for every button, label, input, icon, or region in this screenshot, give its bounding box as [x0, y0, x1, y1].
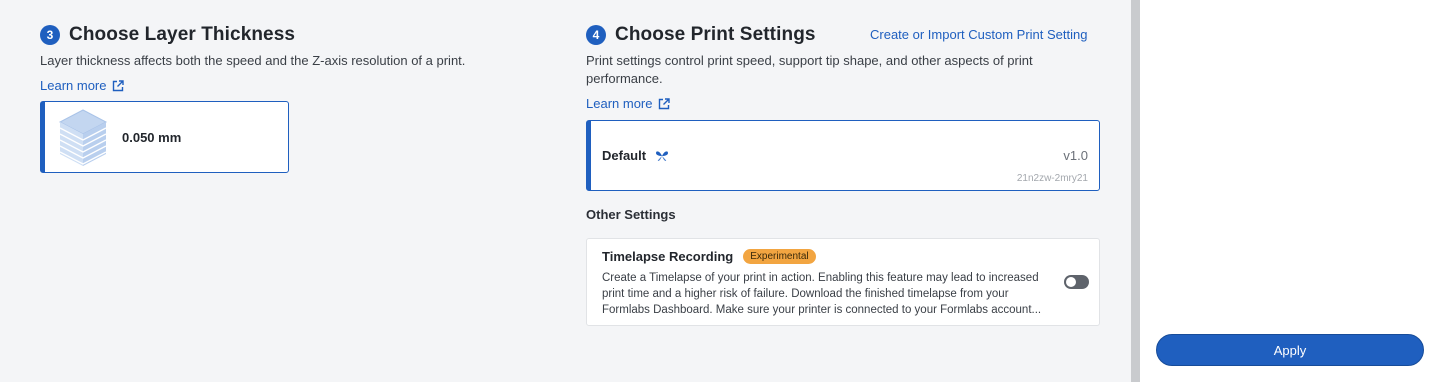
description-line: Create a Timelapse of your print in acti…	[602, 272, 1039, 284]
layer-thickness-description: Layer thickness affects both the speed a…	[40, 53, 466, 68]
layer-thickness-header: 3 Choose Layer Thickness	[40, 24, 295, 46]
experimental-badge: Experimental	[743, 249, 816, 264]
timelapse-toggle[interactable]	[1064, 275, 1089, 289]
print-settings-description: Print settings control print speed, supp…	[586, 52, 1106, 88]
setting-id: 21n2zw-2mry21	[1016, 173, 1088, 184]
timelapse-card: Timelapse Recording Experimental Create …	[586, 238, 1100, 326]
main-area: 3 Choose Layer Thickness Layer thickness…	[0, 0, 1131, 382]
description-line: Formlabs Dashboard. Make sure your print…	[602, 304, 1042, 316]
apply-button[interactable]: Apply	[1156, 334, 1424, 366]
custom-print-setting-link[interactable]: Create or Import Custom Print Setting	[870, 27, 1087, 42]
toggle-knob	[1066, 277, 1076, 287]
section-title: Choose Layer Thickness	[69, 24, 296, 45]
external-link-icon	[113, 79, 125, 91]
print-setting-option[interactable]: Default v1.0 21n2zw-2mry21	[586, 120, 1100, 191]
learn-more-link[interactable]: Learn more	[586, 96, 671, 111]
right-panel: Apply	[1140, 0, 1439, 382]
step-badge: 3	[40, 25, 60, 45]
section-title: Choose Print Settings	[615, 24, 816, 45]
layer-thickness-option[interactable]: 0.050 mm	[40, 101, 289, 173]
learn-more-link[interactable]: Learn more	[40, 78, 125, 93]
external-link-icon	[659, 97, 671, 109]
learn-more-label: Learn more	[40, 78, 107, 93]
description-line: print time and a higher risk of failure.…	[602, 288, 1009, 300]
timelapse-title: Timelapse Recording	[602, 249, 734, 264]
panel-divider[interactable]	[1131, 0, 1140, 382]
timelapse-description: Create a Timelapse of your print in acti…	[602, 270, 1054, 318]
setting-name: Default	[602, 148, 647, 163]
description-line: performance.	[586, 71, 663, 86]
timelapse-header: Timelapse Recording Experimental	[602, 249, 816, 264]
butterfly-icon	[656, 151, 668, 161]
step-badge: 4	[586, 25, 606, 45]
thickness-value: 0.050 mm	[122, 129, 182, 145]
other-settings-title: Other Settings	[586, 207, 676, 222]
print-settings-header: 4 Choose Print Settings	[586, 24, 816, 46]
description-line: Print settings control print speed, supp…	[586, 53, 1033, 68]
setting-version: v1.0	[1063, 148, 1088, 163]
layers-icon	[58, 109, 108, 166]
learn-more-label: Learn more	[586, 96, 653, 111]
